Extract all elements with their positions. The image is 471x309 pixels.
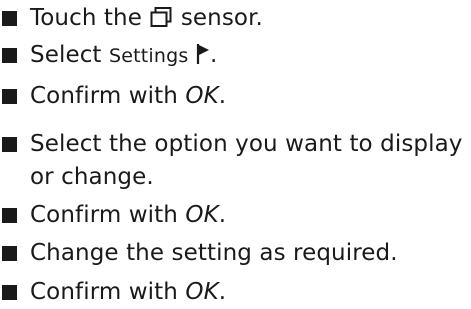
flag-icon: [196, 42, 210, 75]
step-text: Touch the sensor.: [30, 2, 471, 38]
ok-emphasis: OK: [185, 202, 219, 228]
step-text-before: Touch the: [30, 5, 142, 31]
step-text-after: .: [218, 279, 227, 305]
settings-label: Settings: [108, 45, 189, 67]
menu-sensor-icon: [149, 5, 173, 38]
step-text-after: .: [209, 42, 218, 68]
ok-emphasis: OK: [185, 83, 219, 109]
step-text: Confirm with OK.: [30, 199, 471, 232]
bullet-square: [2, 285, 17, 300]
bullet-square: [2, 208, 17, 223]
instruction-list: Touch the sensor. Select Settings . Conf…: [0, 0, 471, 307]
step-text-after: .: [218, 83, 227, 109]
list-item: Select the option you want to display or…: [0, 128, 471, 194]
list-item: Confirm with OK.: [0, 276, 471, 309]
step-text-before: Select: [30, 42, 102, 68]
step-text-after: sensor.: [180, 5, 263, 31]
step-text-before: Confirm with: [30, 202, 178, 228]
list-item: Confirm with OK.: [0, 199, 471, 232]
step-text-before: Confirm with: [30, 279, 178, 305]
bullet-square: [2, 89, 17, 104]
step-text: Confirm with OK.: [30, 80, 471, 113]
ok-emphasis: OK: [185, 279, 219, 305]
step-text-after: .: [218, 202, 227, 228]
bullet-square: [2, 48, 17, 63]
step-text-line1: Select the option you want to display: [30, 131, 463, 157]
list-item: Touch the sensor.: [0, 2, 471, 38]
bullet-square: [2, 137, 17, 152]
bullet-square: [2, 246, 17, 261]
list-item: Confirm with OK.: [0, 80, 471, 113]
step-text: Select Settings .: [30, 39, 471, 75]
step-text: Change the setting as required.: [30, 240, 398, 266]
step-text-line2: or change.: [30, 164, 154, 190]
list-item: Change the setting as required.: [0, 237, 471, 270]
step-text: Confirm with OK.: [30, 276, 471, 309]
step-text-before: Confirm with: [30, 83, 178, 109]
list-item: Select Settings .: [0, 39, 471, 75]
bullet-square: [2, 11, 17, 26]
